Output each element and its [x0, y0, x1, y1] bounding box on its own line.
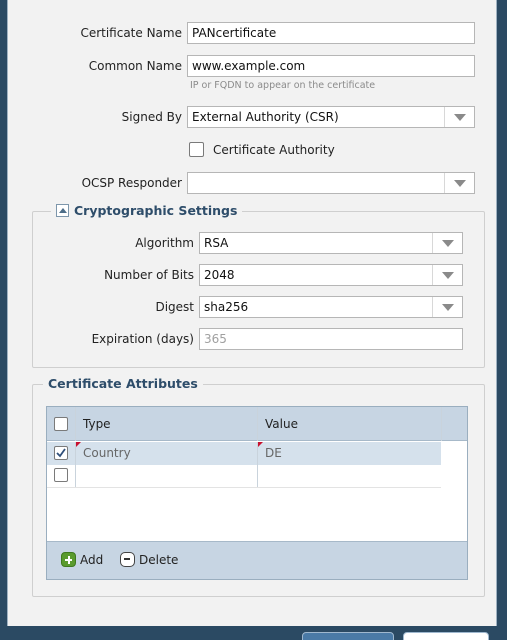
- table-row[interactable]: [47, 465, 441, 488]
- chevron-down-icon[interactable]: [432, 297, 462, 317]
- cryptographic-settings-title: Cryptographic Settings: [74, 203, 238, 218]
- row-checkbox[interactable]: [54, 446, 68, 460]
- chevron-down-icon[interactable]: [444, 107, 474, 127]
- table-header: Type Value: [47, 407, 467, 441]
- collapse-icon[interactable]: [56, 204, 69, 217]
- chevron-down-icon[interactable]: [432, 233, 462, 253]
- select-all-checkbox[interactable]: [54, 417, 68, 431]
- generate-button[interactable]: [302, 632, 394, 640]
- common-name-label: Common Name: [88, 59, 182, 73]
- row-type-cell[interactable]: [77, 465, 83, 487]
- column-header-value[interactable]: Value: [259, 407, 298, 440]
- digest-label: Digest: [155, 300, 194, 314]
- add-icon: [61, 552, 76, 567]
- signed-by-label: Signed By: [121, 110, 182, 124]
- attributes-table: Type Value Country DE Add Delete: [46, 406, 468, 580]
- cancel-button[interactable]: [403, 632, 489, 640]
- number-of-bits-select[interactable]: 2048: [199, 264, 463, 286]
- number-of-bits-label: Number of Bits: [104, 268, 194, 282]
- certificate-name-input[interactable]: PANcertificate: [187, 22, 475, 44]
- digest-select[interactable]: sha256: [199, 296, 463, 318]
- delete-button[interactable]: Delete: [120, 552, 178, 567]
- add-button-label: Add: [80, 552, 104, 567]
- algorithm-select[interactable]: RSA: [199, 232, 463, 254]
- expiration-input[interactable]: 365: [199, 328, 463, 350]
- column-header-type[interactable]: Type: [77, 407, 111, 440]
- generate-certificate-dialog: Certificate Name PANcertificate Common N…: [7, 0, 497, 626]
- table-row[interactable]: Country DE: [47, 442, 441, 465]
- delete-button-label: Delete: [139, 552, 179, 567]
- row-type-cell[interactable]: Country: [77, 442, 131, 465]
- certificate-authority-checkbox[interactable]: [189, 142, 204, 157]
- algorithm-label: Algorithm: [135, 236, 194, 250]
- row-checkbox[interactable]: [54, 468, 68, 482]
- algorithm-value: RSA: [204, 236, 229, 250]
- number-of-bits-value: 2048: [204, 268, 235, 282]
- signed-by-select[interactable]: External Authority (CSR): [187, 106, 475, 128]
- delete-icon: [120, 552, 135, 567]
- cryptographic-settings-legend[interactable]: Cryptographic Settings: [51, 203, 243, 218]
- certificate-name-label: Certificate Name: [80, 26, 182, 40]
- signed-by-value: External Authority (CSR): [192, 110, 339, 124]
- row-value-cell[interactable]: DE: [259, 442, 282, 465]
- certificate-authority-label: Certificate Authority: [213, 143, 335, 157]
- ocsp-responder-label: OCSP Responder: [81, 176, 182, 190]
- digest-value: sha256: [204, 300, 249, 314]
- chevron-down-icon[interactable]: [432, 265, 462, 285]
- certificate-attributes-legend: Certificate Attributes: [43, 376, 203, 391]
- add-button[interactable]: Add: [61, 552, 103, 567]
- common-name-hint: IP or FQDN to appear on the certificate: [190, 80, 376, 91]
- expiration-label: Expiration (days): [91, 332, 194, 346]
- row-value-cell[interactable]: [259, 465, 265, 487]
- table-toolbar: Add Delete: [47, 541, 467, 579]
- common-name-input[interactable]: www.example.com: [187, 55, 475, 77]
- ocsp-responder-select[interactable]: [187, 172, 475, 194]
- chevron-down-icon[interactable]: [444, 173, 474, 193]
